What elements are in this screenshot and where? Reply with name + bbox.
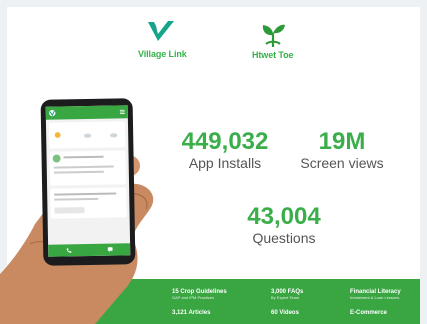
stat-screen-views: 19M Screen views [292, 128, 392, 171]
feature-title: 3,121 Articles [172, 310, 211, 316]
feature-e-commerce: E-Commerce [350, 310, 387, 317]
sun-icon [54, 132, 61, 138]
stat-label: Screen views [300, 155, 384, 171]
feature-title: 60 Videos [271, 310, 299, 316]
phone-call-icon [66, 247, 72, 253]
feature-subtitle: By Expert Team [271, 294, 300, 300]
phone-mockup [40, 98, 136, 266]
stat-app-installs: 449,032 App Installs [170, 128, 280, 171]
phone-bottom-actions [48, 243, 131, 257]
feature-subtitle: Investment & Loan Lessons [350, 294, 400, 300]
chat-icon [107, 247, 113, 253]
village-link-check-icon [148, 21, 175, 41]
htwet-toe-logo: Htwet Toe [252, 21, 294, 60]
post-card [49, 150, 127, 186]
feature-videos: 60 Videos [271, 310, 299, 317]
feature-subtitle: GAP and IPM Practices [172, 294, 214, 300]
post-card [50, 187, 127, 219]
weather-card [48, 121, 126, 149]
stat-value: 449,032 [181, 128, 269, 155]
app-bar [45, 105, 128, 120]
htwet-toe-logo-text: Htwet Toe [252, 50, 294, 60]
village-link-logo-text: Village Link [138, 49, 187, 59]
menu-icon [119, 109, 125, 115]
phone-screen [45, 105, 131, 257]
cloud-icon [109, 133, 118, 138]
stat-value: 43,004 [247, 203, 321, 230]
app-logo-icon [49, 109, 56, 117]
village-link-logo: Village Link [138, 19, 187, 59]
stat-questions: 43,004 Questions [232, 203, 336, 246]
stat-value: 19M [318, 128, 366, 155]
feature-articles: 3,121 Articles [172, 310, 210, 317]
stat-label: App Installs [188, 155, 262, 171]
feature-crop-guidelines: 15 Crop Guidelines GAP and IPM Practices [172, 289, 227, 300]
avatar-icon [52, 154, 61, 163]
feature-financial-literacy: Financial Literacy Investment & Loan Les… [350, 289, 401, 300]
stat-label: Questions [252, 230, 316, 246]
feature-faqs: 3,000 FAQs By Expert Team [271, 289, 303, 300]
feature-title: E-Commerce [350, 310, 388, 316]
seedling-icon [262, 24, 285, 47]
cloud-icon [83, 133, 92, 138]
